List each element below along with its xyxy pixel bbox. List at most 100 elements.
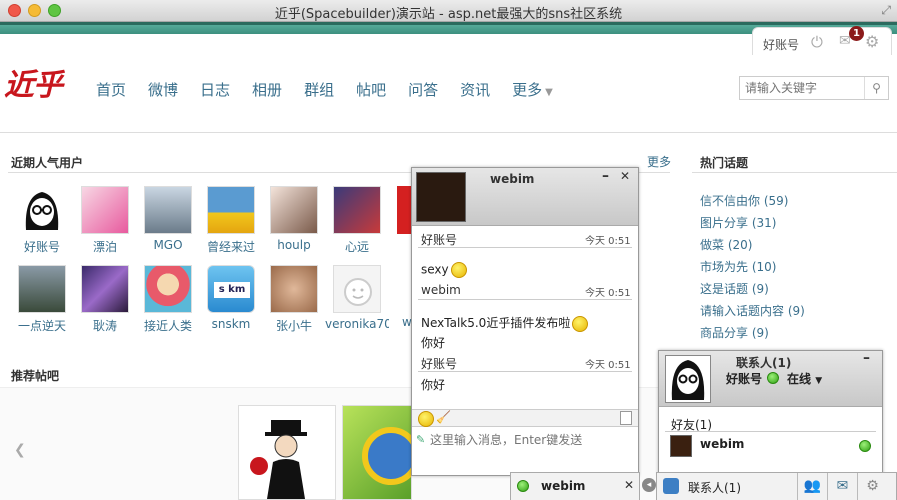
topic-link[interactable]: 市场为先 (10) [700,258,776,275]
contact-item[interactable]: webim [659,433,882,459]
user-card[interactable]: 曾经来过 [199,186,263,255]
topic-link[interactable]: 这是话题 (9) [700,280,769,297]
user-card[interactable]: 漂泊 [73,186,137,255]
top-dark-strip [0,22,897,25]
contact-name: webim [700,437,745,451]
topic-link[interactable]: 商品分享 (9) [700,324,769,341]
topic-link[interactable]: 请输入话题内容 (9) [700,302,805,319]
avatar[interactable]: s km [207,265,255,313]
chat-title: webim [490,172,535,186]
logout-icon[interactable]: ⏻ [811,33,823,51]
contacts-bar-label[interactable]: 联系人(1) [688,479,741,496]
user-name: MGO [153,238,183,252]
user-name: 好账号 [23,240,60,254]
my-name: 好账号 [726,372,763,386]
user-card[interactable]: 一点逆天 [10,265,74,334]
avatar[interactable] [144,265,192,313]
user-card[interactable]: 接近人类 [136,265,200,334]
smiley-icon [450,262,467,278]
status-label: 在线 [787,372,812,386]
nav-item-blog[interactable]: 日志 [200,79,230,100]
nav-item-home[interactable]: 首页 [96,79,126,100]
nav-item-more[interactable]: 更多 ▼ [512,79,553,100]
mail-icon[interactable]: ✉ [827,473,857,500]
message-time: 今天 0:51 [585,236,631,247]
header-divider [0,132,897,133]
avatar[interactable] [81,265,129,313]
topic-link[interactable]: 信不信由你 (59) [700,192,788,209]
nav-item-forum[interactable]: 帖吧 [356,79,386,100]
window-titlebar: 近乎(Spacebuilder)演示站 - asp.net最强大的sns社区系统… [0,0,897,22]
window-title: 近乎(Spacebuilder)演示站 - asp.net最强大的sns社区系统 [274,7,623,22]
carousel-prev-icon[interactable]: ❮ [14,442,26,458]
user-card[interactable]: 张小牛 [262,265,326,334]
minimize-icon[interactable]: – [863,350,870,366]
avatar[interactable] [270,265,318,313]
minimize-icon[interactable]: – [602,168,609,184]
my-avatar[interactable] [665,355,711,403]
user-card[interactable]: veronika700 [325,265,389,331]
history-icon[interactable] [620,411,632,425]
post-thumbnail[interactable] [342,405,420,500]
hot-topics-title: 热门话题 [700,156,749,170]
site-logo[interactable]: 近乎 [4,60,63,104]
online-status-icon [767,372,779,384]
avatar[interactable] [270,186,318,234]
close-icon[interactable]: ✕ [624,478,634,492]
message-text: 你好 [421,378,446,392]
message-sender: 好账号 [421,357,458,371]
topic-link[interactable]: 图片分享 (31) [700,214,776,231]
gear-icon[interactable]: ⚙ [865,32,879,51]
account-name[interactable]: 好账号 [763,36,799,53]
user-card[interactable]: 耿涛 [73,265,137,334]
chat-window: webim – ✕ 好账号 今天 0:51 sexy webim 今天 0:51… [411,167,639,476]
message-divider [418,247,632,248]
nav-item-album[interactable]: 相册 [252,79,282,100]
user-card[interactable]: MGO [136,186,200,252]
avatar[interactable] [18,186,66,234]
online-status-icon [859,440,871,452]
nav-more-label: 更多 [512,81,543,99]
avatar[interactable] [18,265,66,313]
clear-history-icon[interactable]: 🧹 [436,410,451,424]
nav-item-news[interactable]: 资讯 [460,79,490,100]
search-icon[interactable]: ⚲ [864,77,888,99]
chat-tab-label: webim [541,479,586,493]
user-name: houlp [277,238,311,252]
fullscreen-icon[interactable]: ⤢ [881,3,891,18]
user-name: 漂泊 [92,240,117,254]
avatar[interactable] [333,265,381,313]
status-dropdown[interactable]: 在线 ▼ [787,370,822,387]
avatar[interactable] [144,186,192,234]
chevron-down-icon: ▼ [815,376,823,386]
user-card[interactable]: s km snskm [199,265,263,331]
close-icon[interactable]: ✕ [620,169,630,183]
topic-link[interactable]: 做菜 (20) [700,236,752,253]
emoji-icon[interactable] [418,411,434,427]
unread-badge: 1 [849,26,864,41]
avatar[interactable] [207,186,255,234]
nav-item-qa[interactable]: 问答 [408,79,438,100]
nav-item-weibo[interactable]: 微博 [148,79,178,100]
snskm-logo: s km [214,282,250,298]
chat-tab-webim[interactable]: webim ✕ [510,472,640,500]
user-card[interactable]: houlp [262,186,326,252]
search-input[interactable] [740,77,865,99]
chat-message-input[interactable] [430,431,634,449]
user-card[interactable]: 心远 [325,186,389,255]
nav-item-group[interactable]: 群组 [304,79,334,100]
user-name: 一点逆天 [17,319,66,333]
chat-avatar[interactable] [416,172,466,222]
user-name: snskm [211,317,251,331]
users-icon[interactable]: 👥 [797,473,827,500]
avatar[interactable] [397,186,411,234]
avatar[interactable] [333,186,381,234]
post-thumbnail[interactable] [238,405,336,500]
message-time: 今天 0:51 [585,288,631,299]
popular-users-title: 近期人气用户 [11,156,84,170]
popular-users-more-link[interactable]: 更多 [647,153,671,170]
user-card[interactable]: 好账号 [10,186,74,255]
chevron-left-icon[interactable]: ◂ [642,478,656,492]
gear-icon[interactable]: ⚙ [857,473,887,500]
avatar[interactable] [81,186,129,234]
